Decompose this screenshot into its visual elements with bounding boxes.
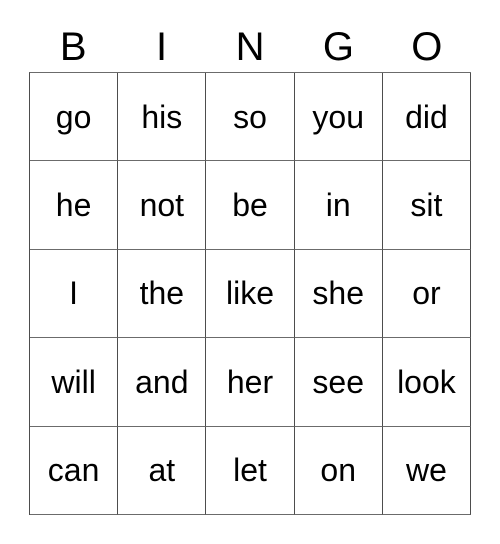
- bingo-cell-g3[interactable]: she: [294, 249, 383, 339]
- bingo-header-g: G: [322, 25, 354, 69]
- bingo-cell-o1[interactable]: did: [382, 73, 472, 162]
- bingo-cell-o5[interactable]: we: [382, 426, 472, 515]
- bingo-row-2: he not be in sit: [30, 161, 472, 250]
- bingo-cell-i5[interactable]: at: [118, 426, 207, 515]
- bingo-cell-o2[interactable]: sit: [382, 161, 472, 250]
- bingo-cell-i2[interactable]: not: [118, 161, 207, 250]
- bingo-cell-n4[interactable]: her: [206, 338, 295, 427]
- bingo-row-1: go his so you did: [30, 73, 472, 162]
- bingo-header-n: N: [235, 25, 265, 69]
- bingo-cell-g5[interactable]: on: [294, 426, 383, 515]
- bingo-cell-o4[interactable]: look: [382, 338, 472, 427]
- bingo-cell-b5[interactable]: can: [30, 426, 119, 515]
- bingo-cell-b4[interactable]: will: [30, 338, 119, 427]
- bingo-cell-n5[interactable]: let: [206, 426, 295, 515]
- bingo-cell-b1[interactable]: go: [30, 73, 119, 162]
- bingo-cell-n1[interactable]: so: [206, 73, 295, 162]
- bingo-cell-o3[interactable]: or: [382, 249, 472, 339]
- bingo-cell-i1[interactable]: his: [118, 73, 207, 162]
- bingo-row-5: can at let on we: [30, 426, 472, 515]
- bingo-cell-i3[interactable]: the: [118, 249, 207, 339]
- bingo-card: B I N G O go his so you did he not be in…: [29, 22, 472, 515]
- bingo-row-4: will and her see look: [30, 338, 472, 427]
- bingo-cell-n2[interactable]: be: [206, 161, 295, 250]
- bingo-header-b: B: [59, 25, 87, 69]
- bingo-cell-g2[interactable]: in: [294, 161, 383, 250]
- bingo-cell-n3[interactable]: like: [206, 249, 295, 339]
- bingo-cell-g1[interactable]: you: [294, 73, 383, 162]
- bingo-cell-i4[interactable]: and: [118, 338, 207, 427]
- bingo-header-o: O: [411, 25, 443, 69]
- bingo-cell-b3[interactable]: I: [30, 249, 119, 339]
- bingo-cell-g4[interactable]: see: [294, 338, 383, 427]
- bingo-grid: go his so you did he not be in sit I the…: [29, 72, 472, 515]
- bingo-header-i: I: [156, 25, 168, 69]
- bingo-header-row: B I N G O: [29, 22, 471, 72]
- bingo-cell-b2[interactable]: he: [30, 161, 119, 250]
- bingo-row-3: I the like she or: [30, 249, 472, 339]
